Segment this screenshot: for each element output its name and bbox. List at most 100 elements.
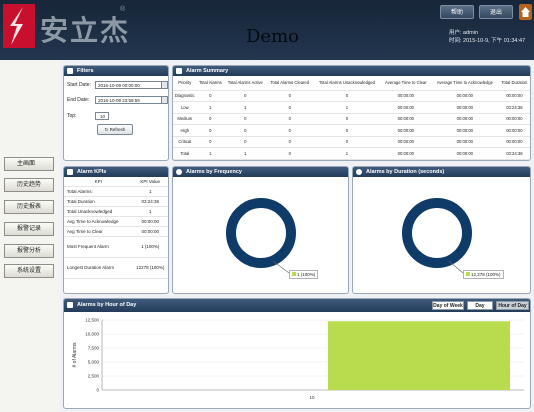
user-info: 用户: admin 时间: 2015-10-9, 下午 01:34:47	[449, 29, 525, 45]
legend-swatch	[466, 272, 470, 276]
table-cell: 00:00:00	[498, 90, 530, 102]
table-cell: 00:00:00	[380, 136, 431, 148]
kpi-value: 12278 (100%)	[132, 257, 168, 279]
leader-line	[272, 260, 290, 274]
kpi-name: Avg Time to Clear	[64, 226, 133, 237]
chart-icon	[67, 302, 73, 308]
sidebar-item-history-report[interactable]: 历史报表	[4, 200, 54, 214]
bar	[328, 321, 510, 390]
frequency-panel: Alarms by Frequency 1 (100%)	[172, 166, 349, 294]
table-cell: 00:00:00	[430, 113, 499, 125]
home-button[interactable]	[519, 4, 532, 20]
kpi-name: Avg Time to Acknowledge	[64, 216, 133, 227]
hour-of-day-panel: Alarms by Hour of Day Day of Week Day Ho…	[63, 298, 531, 409]
table-cell: High	[173, 124, 197, 137]
table-cell: 00:00:00	[430, 101, 499, 114]
kpi-col-header: KPI	[64, 177, 133, 187]
top-label: Top:	[67, 113, 77, 119]
start-date-label: Start Date:	[67, 82, 91, 88]
table-cell: 0	[313, 124, 381, 137]
table-cell: 00:00:00	[430, 147, 499, 160]
table-row: Critical 0 0 0 0 00:00:00 00:00:00 00:00:00	[173, 136, 530, 148]
y-tick-label: 2,500	[88, 374, 100, 379]
calendar-icon[interactable]	[161, 81, 168, 89]
summary-col-header: Average Time to Clear	[380, 76, 431, 91]
logout-button[interactable]: 退出	[479, 5, 514, 19]
duration-panel: Alarms by Duration (seconds) 12,278 (100…	[352, 166, 531, 294]
hour-header: Alarms by Hour of Day Day of Week Day Ho…	[64, 299, 530, 312]
table-icon	[176, 68, 182, 74]
legend-swatch	[292, 272, 296, 276]
duration-donut	[402, 198, 472, 274]
kpi-row: Total Unacknowledged 1	[64, 206, 168, 217]
table-cell: 0	[196, 124, 225, 137]
table-cell: 0	[313, 90, 381, 102]
table-cell: 1	[224, 101, 267, 114]
help-button[interactable]: 帮助	[440, 5, 475, 19]
table-cell: 00:00:00	[380, 101, 431, 114]
sidebar-item-home[interactable]: 主画面	[4, 157, 54, 171]
table-cell: 1	[313, 147, 381, 160]
summary-col-header: Total Alarms Unacknowledged	[313, 76, 381, 91]
kpi-name: Total Duration	[64, 196, 133, 207]
summary-col-header: Total Duration	[498, 76, 530, 91]
filters-title: Filters	[77, 68, 94, 74]
y-tick-label: 10,000	[85, 332, 99, 337]
filters-header: Filters	[64, 66, 168, 76]
table-cell: Medium	[173, 113, 197, 125]
kpi-icon	[67, 169, 73, 175]
sidebar-item-alarm-analysis[interactable]: 报警分析	[4, 244, 54, 258]
leader-line	[448, 260, 464, 274]
kpi-row: Longest Duration Alarm 12278 (100%)	[64, 257, 168, 279]
sidebar-item-settings[interactable]: 系统设置	[4, 264, 54, 278]
kpi-row: Avg Time to Acknowledge 00:00:00	[64, 216, 168, 227]
table-cell: 03:24:38	[498, 147, 530, 160]
table-cell: 00:00:00	[430, 136, 499, 148]
summary-title: Alarm Summary	[186, 68, 229, 74]
company-logo	[3, 4, 35, 48]
summary-col-header: Priority	[173, 76, 197, 91]
top-stepper[interactable]: 10	[95, 112, 109, 120]
hour-title: Alarms by Hour of Day	[77, 302, 137, 308]
summary-table: Priority Total Alarms Total Alarms Active T…	[173, 76, 530, 160]
donut-slice	[226, 198, 296, 268]
kpi-value: 1	[132, 186, 168, 197]
kpi-value: 03:24:38	[132, 196, 168, 207]
sidebar-item-alarm-log[interactable]: 报警记录	[4, 222, 54, 236]
table-cell: 1	[196, 147, 225, 160]
end-date-input[interactable]: 2016-10-09 23:59:59	[95, 96, 164, 104]
main-content: Filters Start Date: 2016-10-09 00:00:00 …	[60, 60, 534, 412]
kpi-row: Total Alarms: 1	[64, 186, 168, 197]
table-cell: 1	[224, 147, 267, 160]
frequency-header: Alarms by Frequency	[173, 167, 348, 177]
filter-icon	[67, 68, 73, 74]
table-cell: 0	[224, 90, 267, 102]
sidebar-item-history-trend[interactable]: 历史趋势	[4, 178, 54, 192]
table-row: Medium 0 0 0 0 00:00:00 00:00:00 00:00:00	[173, 113, 530, 125]
x-tick-label: 10	[309, 395, 315, 400]
table-cell: Diagnostic	[173, 90, 197, 102]
tab-hour-of-day[interactable]: Hour of Day	[496, 301, 529, 310]
kpi-value: 00:00:00	[132, 216, 168, 227]
start-date-input[interactable]: 2016-10-09 00:00:00	[95, 81, 164, 89]
tab-day[interactable]: Day	[467, 301, 493, 310]
kpi-value: 00:00:00	[132, 226, 168, 237]
table-row: Low 1 1 0 1 00:00:00 00:00:00 03:24:38	[173, 101, 530, 114]
calendar-icon[interactable]	[161, 96, 168, 104]
refresh-label: Refresh	[109, 127, 126, 132]
table-row: Total 1 1 0 1 00:00:00 00:00:00 03:24:38	[173, 147, 530, 160]
donut-label: 12,278 (100%)	[463, 270, 504, 279]
tab-day-of-week[interactable]: Day of Week	[432, 301, 464, 310]
table-cell: 0	[266, 101, 314, 114]
frequency-title: Alarms by Frequency	[186, 169, 242, 175]
kpi-value-col-header: KPI Value	[132, 177, 168, 187]
summary-col-header: Average Time to Acknowledge	[430, 76, 499, 91]
donut-slice	[402, 198, 472, 268]
table-row: Diagnostic 0 0 0 0 00:00:00 00:00:00 00:00:00	[173, 90, 530, 102]
y-tick-label: 7,500	[88, 346, 100, 351]
sidebar: 主画面 历史趋势 历史报表 报警记录 报警分析 系统设置	[0, 60, 60, 412]
kpi-name: Longest Duration Alarm	[64, 257, 133, 279]
y-axis-label: # of Alarms	[72, 342, 78, 368]
refresh-button[interactable]: ↻ Refresh	[97, 124, 133, 135]
table-cell: 0	[313, 136, 381, 148]
